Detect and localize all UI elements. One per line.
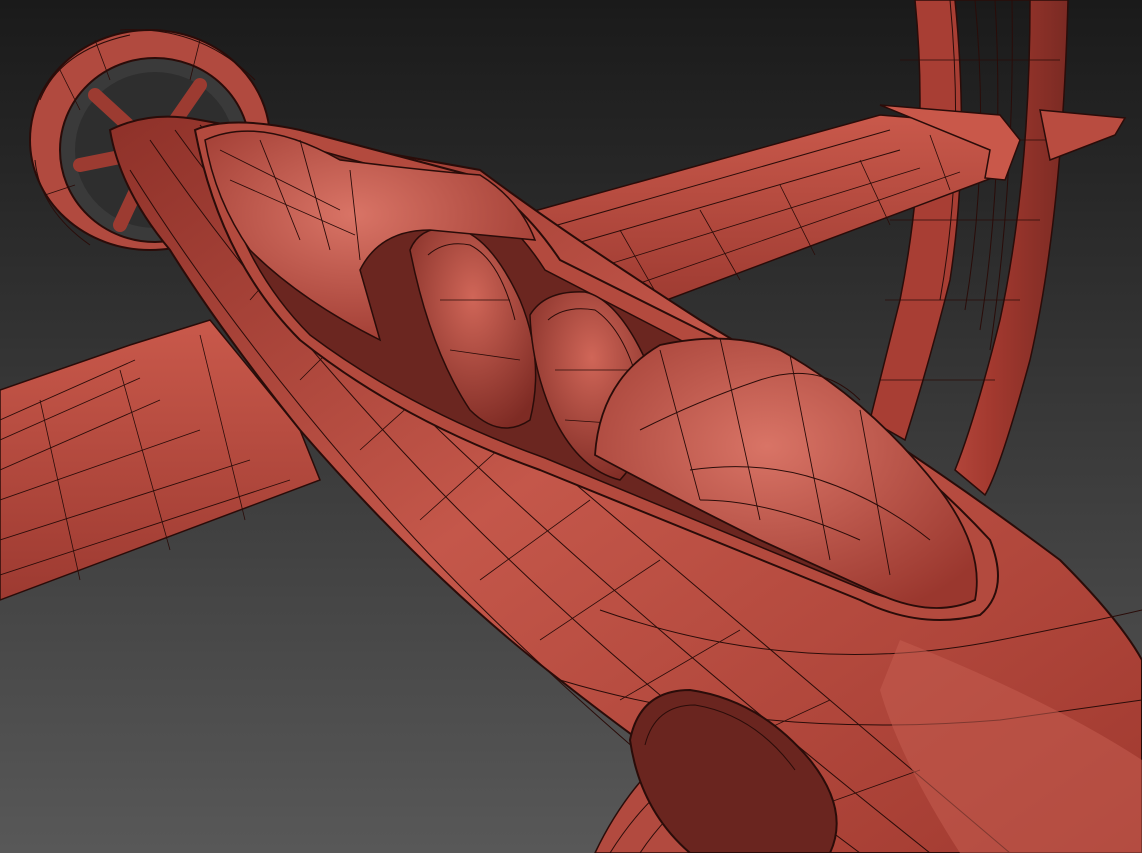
scene-render bbox=[0, 0, 1142, 853]
3d-viewport[interactable] bbox=[0, 0, 1142, 853]
